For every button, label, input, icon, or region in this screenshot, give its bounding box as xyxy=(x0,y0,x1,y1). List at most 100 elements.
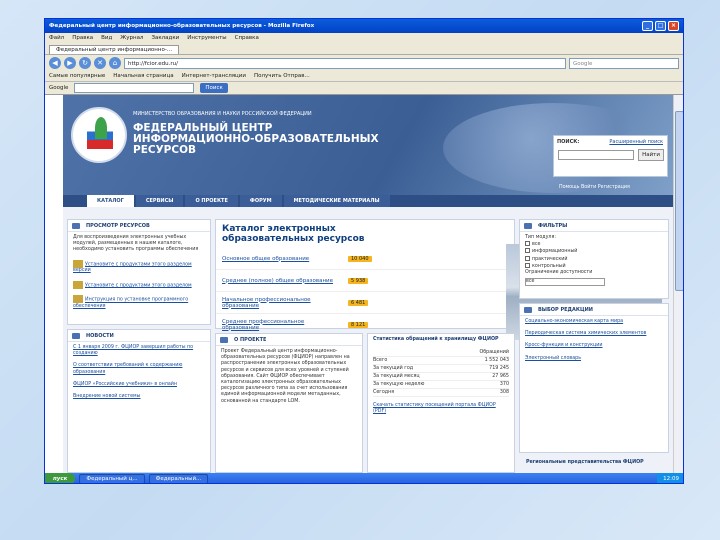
menu-item-history[interactable]: Журнал xyxy=(120,35,143,41)
about-text: Проект Федеральный центр информационно-о… xyxy=(221,349,350,404)
navigation-toolbar: ◀ ▶ ↻ ✕ ⌂ http://fcior.edu.ru/ Google xyxy=(45,55,683,71)
checkbox[interactable] xyxy=(525,255,530,261)
page-content: МИНИСТЕРСТВО ОБРАЗОВАНИЯ И НАУКИ РОССИЙС… xyxy=(45,95,673,473)
nav-methodical[interactable]: МЕТОДИЧЕСКИЕ МАТЕРИАЛЫ xyxy=(283,195,390,207)
vertical-scrollbar[interactable] xyxy=(673,95,683,473)
stop-icon[interactable]: ✕ xyxy=(94,57,106,69)
menu-item-view[interactable]: Вид xyxy=(101,35,112,41)
menu-item-bookmarks[interactable]: Закладки xyxy=(151,35,179,41)
filter-option: практический xyxy=(532,256,568,262)
taskbar-item[interactable]: Федеральный ц... xyxy=(79,474,145,483)
filter-option: контрольный xyxy=(532,263,566,269)
filter-age-label: Ограничение доступности xyxy=(525,270,593,276)
google-search-button[interactable]: Поиск xyxy=(200,83,228,93)
address-bar[interactable]: http://fcior.edu.ru/ xyxy=(124,57,566,69)
checkbox[interactable] xyxy=(525,248,530,254)
tab-active[interactable]: Федеральный центр информационно-... xyxy=(49,44,180,54)
site-nav: КАТАЛОГ СЕРВИСЫ О ПРОЕКТЕ ФОРУМ МЕТОДИЧЕ… xyxy=(63,195,673,207)
editor-item[interactable]: Социально-экономическая карта мира xyxy=(520,316,668,328)
news-item[interactable]: ФЦИОР «Российские учебники» в онлайн xyxy=(68,379,210,391)
install-link[interactable]: Установите с продуктами этого разделом xyxy=(85,283,192,288)
stats-col-header: Обращений xyxy=(479,349,509,355)
panel-text: Для воспроизведения электронных учебных … xyxy=(73,235,199,253)
close-icon[interactable]: × xyxy=(668,21,679,31)
catalog-count: 5 938 xyxy=(348,277,369,284)
menu-item-edit[interactable]: Правка xyxy=(72,35,93,41)
stats-value: 308 xyxy=(499,389,509,395)
catalog-panel: Каталог электронных образовательных ресу… xyxy=(215,219,662,340)
nav-forum[interactable]: ФОРУМ xyxy=(239,195,282,207)
view-resources-panel: ПРОСМОТР РЕСУРСОВ Для воспроизведения эл… xyxy=(67,219,211,325)
google-logo: Google xyxy=(49,85,69,91)
editor-item[interactable]: Периодическая система химических элемент… xyxy=(520,328,668,340)
help-links[interactable]: Помощь Войти Регистрация xyxy=(559,185,630,190)
start-button[interactable]: пуск xyxy=(45,473,76,483)
stats-panel: Статистика обращений к хранилищу ФЦИОР О… xyxy=(367,333,515,473)
instruction-link[interactable]: Инструкция по установке программного обе… xyxy=(73,298,188,309)
news-item[interactable]: С 1 января 2009 г. ФЦИОР завершил работы… xyxy=(68,342,210,360)
stats-value: 719 245 xyxy=(489,365,509,371)
news-panel: НОВОСТИ С 1 января 2009 г. ФЦИОР заверши… xyxy=(67,329,211,473)
news-item[interactable]: Внедрение новой системы xyxy=(68,391,210,403)
window-title: Федеральный центр информационно-образова… xyxy=(49,23,315,29)
scroll-thumb[interactable] xyxy=(675,111,683,291)
catalog-link[interactable]: Начальное профессиональное образование xyxy=(222,297,342,309)
checkbox[interactable] xyxy=(525,262,530,268)
age-select[interactable]: все xyxy=(525,278,605,287)
checkbox[interactable] xyxy=(525,241,530,247)
menu-bar: Файл Правка Вид Журнал Закладки Инструме… xyxy=(45,33,683,43)
google-toolbar: Google Поиск xyxy=(45,82,683,95)
minimize-icon[interactable]: _ xyxy=(642,21,653,31)
nav-catalog[interactable]: КАТАЛОГ xyxy=(87,195,134,207)
stats-download-link[interactable]: Скачать статистику посещений портала ФЦИ… xyxy=(368,400,514,418)
search-field[interactable]: Google xyxy=(569,57,679,69)
stats-label: За текущую неделю xyxy=(373,381,425,387)
about-panel: О ПРОЕКТЕ Проект Федеральный центр инфор… xyxy=(215,333,363,473)
bookmark-item[interactable]: Самые популярные xyxy=(49,73,105,79)
editor-item[interactable]: Кросс-функция и конструкции xyxy=(520,340,668,352)
catalog-link[interactable]: Основное общее образование xyxy=(222,256,342,262)
news-item[interactable]: О соответствии требований к содержанию о… xyxy=(68,360,210,378)
maximize-icon[interactable]: □ xyxy=(655,21,666,31)
catalog-row: Среднее (полное) общее образование 5 938 xyxy=(216,270,514,292)
bookmark-item[interactable]: Интернет-трансляции xyxy=(182,73,246,79)
site-search-input[interactable] xyxy=(558,150,634,160)
menu-item-help[interactable]: Справка xyxy=(235,35,259,41)
panel-header: ПРОСМОТР РЕСУРСОВ xyxy=(68,220,210,232)
main-area: ПРОСМОТР РЕСУРСОВ Для воспроизведения эл… xyxy=(63,207,673,473)
site-title: ФЕДЕРАЛЬНЫЙ ЦЕНТР ИНФОРМАЦИОННО-ОБРАЗОВА… xyxy=(133,123,393,156)
stats-value: 27 965 xyxy=(492,373,509,379)
taskbar-item[interactable]: Федеральный... xyxy=(148,474,209,483)
menu-item-file[interactable]: Файл xyxy=(49,35,64,41)
nav-about[interactable]: О ПРОЕКТЕ xyxy=(185,195,238,207)
catalog-link[interactable]: Среднее профессиональное образование xyxy=(222,319,342,331)
forward-icon[interactable]: ▶ xyxy=(64,57,76,69)
find-button[interactable]: Найти xyxy=(638,149,664,161)
flash-icon xyxy=(73,259,83,268)
panel-header: НОВОСТИ xyxy=(68,330,210,342)
catalog-link[interactable]: Среднее (полное) общее образование xyxy=(222,278,342,284)
back-icon[interactable]: ◀ xyxy=(49,57,61,69)
home-icon[interactable]: ⌂ xyxy=(109,57,121,69)
catalog-count: 6 481 xyxy=(348,299,369,306)
bookmark-item[interactable]: Начальная страница xyxy=(113,73,173,79)
menu-item-tools[interactable]: Инструменты xyxy=(187,35,226,41)
title-bar: Федеральный центр информационно-образова… xyxy=(45,19,683,33)
stats-label: Сегодня xyxy=(373,389,395,395)
panel-header: О ПРОЕКТЕ xyxy=(216,334,362,346)
stats-table: Обращений Всего 1 552 043 За текущий год 7… xyxy=(368,346,514,400)
bookmark-item[interactable]: Получить Отправ... xyxy=(254,73,310,79)
install-link[interactable]: Установите с продуктами этого разделом в… xyxy=(73,262,192,273)
advanced-search-link[interactable]: Расширенный поиск xyxy=(609,139,663,145)
plugin-icon xyxy=(73,280,83,289)
tab-bar: Федеральный центр информационно-... xyxy=(45,43,683,55)
catalog-row: Основное общее образование 10 040 xyxy=(216,248,514,270)
regional-header: Региональные представительства ФЦИОР xyxy=(526,460,644,465)
reload-icon[interactable]: ↻ xyxy=(79,57,91,69)
stats-value: 1 552 043 xyxy=(484,357,509,363)
catalog-title: Каталог электронных образовательных ресу… xyxy=(222,224,365,244)
google-search-input[interactable] xyxy=(74,83,195,93)
fcior-logo[interactable] xyxy=(71,107,127,163)
editor-item[interactable]: Электронный словарь xyxy=(520,353,668,365)
nav-services[interactable]: СЕРВИСЫ xyxy=(135,195,184,207)
